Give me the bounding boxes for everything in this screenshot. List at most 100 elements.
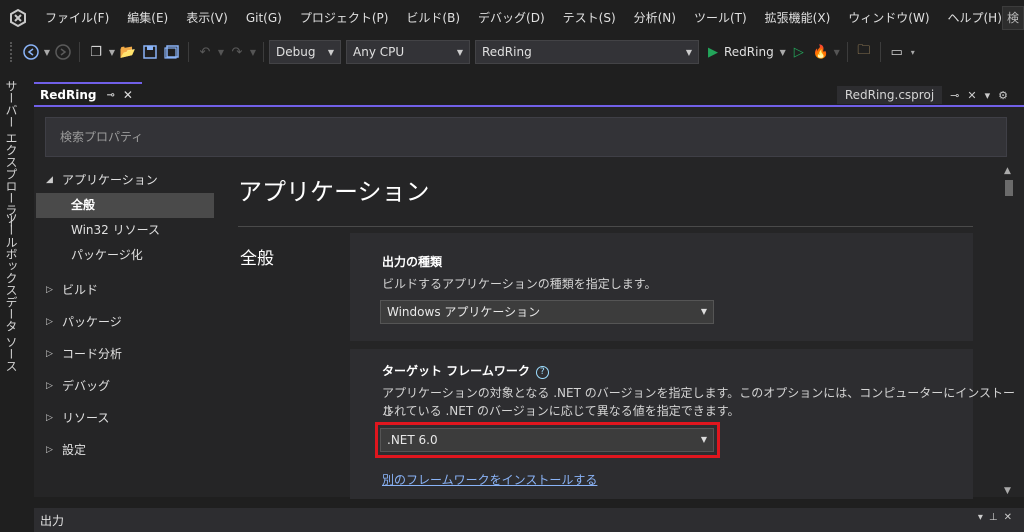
chevron-down-icon[interactable]: ▾ <box>978 512 989 523</box>
start-debugging-button[interactable]: ▶ RedRing <box>704 45 778 60</box>
start-without-debugging-icon[interactable]: ▷ <box>788 41 810 63</box>
data-sources-tab[interactable]: データ ソース <box>2 296 20 372</box>
toolbar-separator <box>846 42 848 62</box>
chevron-down-icon[interactable]: ▼ <box>216 48 226 57</box>
menu-git[interactable]: Git(G) <box>237 0 291 36</box>
chevron-down-icon[interactable]: ▼ <box>107 48 117 57</box>
tab-redring[interactable]: RedRing ⊸ ✕ <box>34 82 142 106</box>
save-all-icon[interactable] <box>161 41 183 63</box>
gear-icon[interactable]: ⚙ <box>998 89 1008 102</box>
nav-label: アプリケーション <box>62 173 158 187</box>
toolbar-separator <box>263 42 264 62</box>
expanded-triangle-icon: ◢ <box>46 175 53 185</box>
scroll-up-icon[interactable]: ▲ <box>1004 166 1011 176</box>
nav-label: コード分析 <box>62 347 123 361</box>
scroll-down-icon[interactable]: ▼ <box>1004 486 1011 496</box>
toolbar-options-icon[interactable]: ▾ <box>908 48 918 57</box>
navigate-forward-icon[interactable] <box>52 41 74 63</box>
configuration-dropdown[interactable]: Debug ▼ <box>269 40 341 64</box>
redo-icon[interactable]: ↷ <box>226 41 248 63</box>
close-icon[interactable]: ✕ <box>123 88 133 102</box>
tab-redring-csproj[interactable]: RedRing.csproj ⊸ ✕ ▾ ⚙ <box>836 84 1008 106</box>
collapsed-triangle-icon: ▷ <box>46 445 53 455</box>
chevron-down-icon[interactable]: ▼ <box>42 48 52 57</box>
collapsed-triangle-icon: ▷ <box>46 381 53 391</box>
solution-explorer-icon[interactable]: 🗀 <box>853 41 875 63</box>
chevron-down-icon[interactable]: ▼ <box>248 48 258 57</box>
section-title: 全般 <box>240 249 274 269</box>
menu-debug[interactable]: デバッグ(D) <box>469 0 554 36</box>
chevron-down-icon: ▼ <box>327 47 334 57</box>
help-icon[interactable]: ? <box>535 366 549 379</box>
toolbar-separator <box>188 42 189 62</box>
vertical-scrollbar[interactable]: ▲ ▼ <box>1002 166 1016 496</box>
nav-label: パッケージ <box>62 315 122 329</box>
menu-tools[interactable]: ツール(T) <box>685 0 756 36</box>
menu-project[interactable]: プロジェクト(P) <box>291 0 398 36</box>
target-framework-label: ターゲット フレームワーク <box>382 364 530 378</box>
search-properties-input[interactable]: 検索プロパティ <box>45 117 1007 157</box>
menu-file[interactable]: ファイル(F) <box>36 0 118 36</box>
highlight-annotation <box>375 422 720 458</box>
play-icon: ▶ <box>708 44 718 60</box>
output-panel-header: 出力 ▾⊥✕ <box>34 508 1024 532</box>
toolbar-grip[interactable] <box>10 42 14 62</box>
menu-test[interactable]: テスト(S) <box>554 0 625 36</box>
output-type-value: Windows アプリケーション <box>387 305 541 319</box>
menu-help[interactable]: ヘルプ(H) <box>939 0 1011 36</box>
target-framework-description-2: されている .NET のバージョンに応じて異なる値を指定できます。 <box>382 404 740 418</box>
nav-resources[interactable]: ▷ リソース <box>36 406 214 431</box>
navigate-back-icon[interactable] <box>20 41 42 63</box>
server-explorer-tab[interactable]: サーバー エクスプローラー <box>2 80 20 228</box>
chevron-down-icon: ▼ <box>700 307 707 316</box>
page-title: アプリケーション <box>238 178 430 206</box>
nav-packaging[interactable]: パッケージ化 <box>36 243 214 268</box>
scroll-thumb[interactable] <box>1005 180 1013 196</box>
pin-icon[interactable]: ⊸ <box>106 90 114 101</box>
startup-project-dropdown[interactable]: RedRing ▼ <box>475 40 699 64</box>
search-box[interactable]: 検 <box>1002 6 1024 30</box>
output-type-select[interactable]: Windows アプリケーション ▼ <box>380 300 714 324</box>
hot-reload-icon[interactable]: 🔥 <box>810 41 832 63</box>
divider <box>238 226 973 227</box>
menu-build[interactable]: ビルド(B) <box>397 0 469 36</box>
startup-project-value: RedRing <box>482 45 532 59</box>
pin-icon[interactable]: ⊸ <box>950 89 959 102</box>
nav-general[interactable]: 全般 <box>36 193 214 218</box>
document-tab-strip: RedRing ⊸ ✕ RedRing.csproj ⊸ ✕ ▾ ⚙ <box>34 80 1024 107</box>
nav-package[interactable]: ▷ パッケージ <box>36 310 214 335</box>
nav-application[interactable]: ◢ アプリケーション <box>36 168 214 193</box>
platform-value: Any CPU <box>353 45 405 59</box>
target-framework-label-row: ターゲット フレームワーク? <box>382 362 549 379</box>
platform-dropdown[interactable]: Any CPU ▼ <box>346 40 470 64</box>
nav-code-analysis[interactable]: ▷ コード分析 <box>36 342 214 367</box>
save-icon[interactable] <box>139 41 161 63</box>
close-icon[interactable]: ✕ <box>967 89 976 102</box>
pin-icon[interactable]: ⊥ <box>989 512 1004 523</box>
nav-build[interactable]: ▷ ビルド <box>36 278 214 303</box>
menu-analyze[interactable]: 分析(N) <box>625 0 685 36</box>
run-label: RedRing <box>724 45 774 59</box>
menu-window[interactable]: ウィンドウ(W) <box>839 0 938 36</box>
install-framework-link[interactable]: 別のフレームワークをインストールする <box>382 471 597 488</box>
configuration-value: Debug <box>276 45 316 59</box>
menu-view[interactable]: 表示(V) <box>177 0 237 36</box>
chevron-down-icon[interactable]: ▾ <box>985 89 991 102</box>
left-tool-rail: サーバー エクスプローラー ツールボックス データ ソース <box>0 76 22 496</box>
new-project-icon[interactable]: ❐ <box>85 41 107 63</box>
menu-edit[interactable]: 編集(E) <box>118 0 177 36</box>
open-folder-icon[interactable]: 📂 <box>117 41 139 63</box>
output-panel-title: 出力 <box>40 513 65 528</box>
toolbox-tab[interactable]: ツールボックス <box>2 212 20 296</box>
nav-debug[interactable]: ▷ デバッグ <box>36 374 214 399</box>
window-layout-icon[interactable]: ▭ <box>886 41 908 63</box>
undo-icon[interactable]: ↶ <box>194 41 216 63</box>
chevron-down-icon[interactable]: ▼ <box>832 48 842 57</box>
output-type-label: 出力の種類 <box>382 255 443 269</box>
close-icon[interactable]: ✕ <box>1004 512 1018 523</box>
nav-settings[interactable]: ▷ 設定 <box>36 438 214 463</box>
menu-extensions[interactable]: 拡張機能(X) <box>756 0 840 36</box>
nav-win32-resources[interactable]: Win32 リソース <box>36 218 214 243</box>
chevron-down-icon[interactable]: ▼ <box>778 48 788 57</box>
visual-studio-logo-icon[interactable] <box>0 0 36 36</box>
